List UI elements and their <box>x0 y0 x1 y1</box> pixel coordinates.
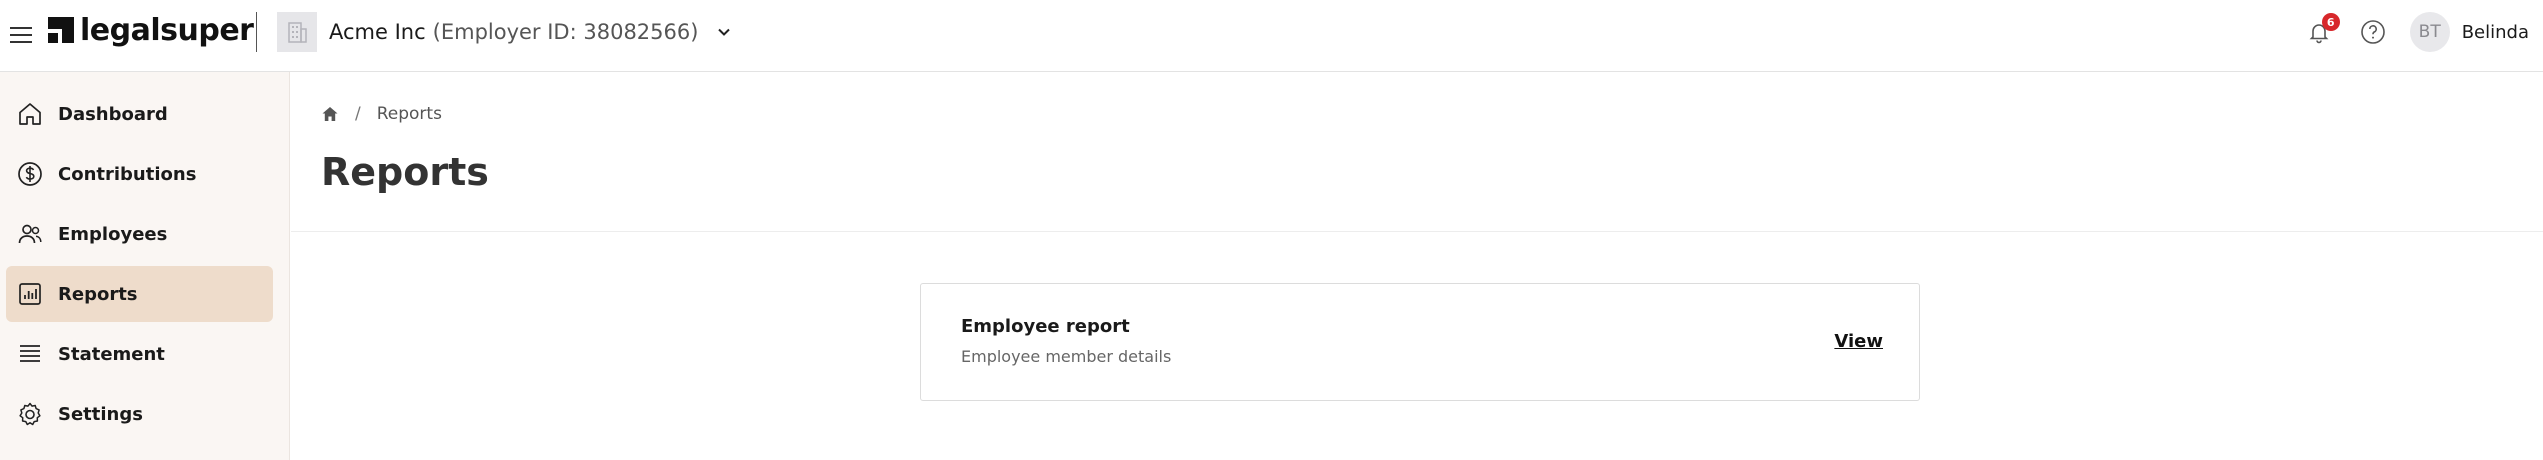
sidebar-item-label: Reports <box>58 283 138 305</box>
report-card-employee: Employee report Employee member details … <box>920 283 1920 401</box>
sidebar-item-employees[interactable]: Employees <box>6 206 273 262</box>
notification-badge: 6 <box>2321 13 2340 31</box>
page-header: / Reports Reports <box>291 72 2543 232</box>
hamburger-menu-icon[interactable] <box>10 26 32 44</box>
employer-id: (Employer ID: 38082566) <box>432 20 699 44</box>
sidebar-item-label: Dashboard <box>58 103 168 125</box>
view-report-link[interactable]: View <box>1834 331 1883 352</box>
header-actions: 6 BT Belinda <box>2302 12 2529 52</box>
breadcrumb-current: Reports <box>376 104 442 124</box>
breadcrumb-home-icon[interactable] <box>321 105 339 123</box>
employer-switcher[interactable]: Acme Inc (Employer ID: 38082566) <box>277 11 732 53</box>
people-icon <box>18 224 42 244</box>
sidebar: Dashboard Contributions Employees Report… <box>0 72 290 460</box>
sidebar-item-label: Statement <box>58 343 165 365</box>
logo-mark-icon <box>48 17 74 43</box>
legalsuper-logo[interactable]: legalsuper <box>48 12 254 48</box>
chart-icon <box>19 283 41 305</box>
page-title: Reports <box>321 150 489 194</box>
sidebar-item-statement[interactable]: Statement <box>6 326 273 382</box>
app-root: legalsuper Acme Inc (Employer ID: 380825… <box>0 0 2543 460</box>
sidebar-item-label: Employees <box>58 223 168 245</box>
sidebar-item-dashboard[interactable]: Dashboard <box>6 86 273 142</box>
header-divider <box>256 12 257 52</box>
dollar-circle-icon <box>18 162 42 186</box>
top-header: legalsuper Acme Inc (Employer ID: 380825… <box>0 0 2543 72</box>
sidebar-item-settings[interactable]: Settings <box>6 386 273 442</box>
user-name[interactable]: Belinda <box>2462 22 2529 43</box>
building-icon <box>277 12 317 52</box>
list-icon <box>20 345 40 362</box>
help-icon <box>2360 20 2385 44</box>
avatar[interactable]: BT <box>2409 12 2450 52</box>
sidebar-item-label: Contributions <box>58 163 197 185</box>
report-title: Employee report <box>961 316 1130 337</box>
sidebar-item-contributions[interactable]: Contributions <box>6 146 273 202</box>
sidebar-item-reports[interactable]: Reports <box>6 266 273 322</box>
help-button[interactable] <box>2356 15 2390 49</box>
chevron-down-icon[interactable] <box>716 24 732 40</box>
logo-text: legalsuper <box>80 12 254 48</box>
report-description: Employee member details <box>961 347 1172 366</box>
breadcrumb: / Reports <box>321 104 442 124</box>
home-icon <box>19 103 41 125</box>
notifications-button[interactable]: 6 <box>2302 13 2340 49</box>
main-content: / Reports Reports Employee report Employ… <box>291 72 2543 460</box>
sidebar-item-label: Settings <box>58 403 143 425</box>
breadcrumb-separator: / <box>355 104 361 124</box>
gear-icon <box>19 402 41 426</box>
employer-name: Acme Inc <box>329 20 426 44</box>
